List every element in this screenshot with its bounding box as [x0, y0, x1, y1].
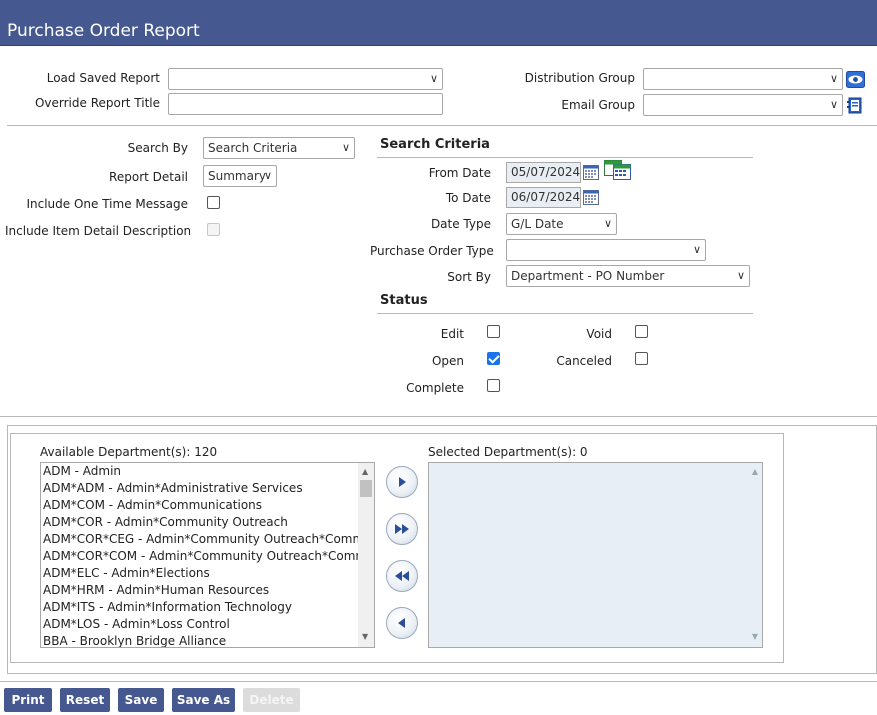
available-departments-list[interactable]: ADM - Admin ADM*ADM - Admin*Administrati… — [40, 462, 375, 648]
eye-icon[interactable] — [846, 71, 865, 88]
status-canceled-label: Canceled — [556, 354, 612, 368]
status-complete-label: Complete — [406, 381, 464, 395]
status-edit-checkbox[interactable] — [487, 325, 500, 338]
email-group-select[interactable]: ∨ — [643, 94, 843, 116]
calendar-icon[interactable] — [583, 164, 599, 180]
override-title-input[interactable] — [168, 93, 443, 115]
report-detail-value: Summary — [208, 169, 266, 183]
page-title: Purchase Order Report — [7, 21, 200, 41]
double-arrow-left-icon — [395, 571, 409, 581]
from-date-label: From Date — [428, 166, 491, 180]
distribution-group-label: Distribution Group — [524, 71, 635, 85]
to-date-label: To Date — [445, 191, 491, 205]
calendar-icon[interactable] — [583, 189, 599, 205]
chevron-down-icon: ∨ — [603, 217, 612, 230]
item-detail-description-checkbox[interactable] — [207, 223, 220, 236]
status-canceled-checkbox[interactable] — [635, 352, 648, 365]
list-item[interactable]: BBA - Brooklyn Bridge Alliance — [41, 633, 357, 647]
selected-departments-list[interactable]: ▲ ▼ — [428, 462, 763, 648]
list-item[interactable]: ADM*ITS - Admin*Information Technology — [41, 599, 357, 616]
move-right-button[interactable] — [386, 466, 418, 498]
search-criteria-divider — [377, 157, 753, 158]
one-time-message-label: Include One Time Message — [26, 197, 188, 211]
list-item[interactable]: ADM*HRM - Admin*Human Resources — [41, 582, 357, 599]
search-criteria-title: Search Criteria — [380, 137, 490, 152]
status-divider — [377, 313, 753, 314]
chevron-down-icon: ∨ — [736, 269, 745, 282]
load-saved-report-select[interactable]: ∨ — [168, 68, 443, 90]
chevron-down-icon: ∨ — [341, 141, 350, 154]
available-departments-label: Available Department(s): 120 — [40, 445, 218, 459]
list-item[interactable]: ADM*COR*CEG - Admin*Community Outreach*C… — [41, 531, 374, 548]
status-edit-label: Edit — [440, 327, 464, 341]
move-all-right-button[interactable] — [386, 513, 418, 545]
delete-button[interactable]: Delete — [243, 688, 300, 712]
date-range-icon[interactable] — [604, 160, 632, 180]
email-group-label: Email Group — [561, 98, 635, 112]
address-book-icon[interactable] — [846, 97, 863, 115]
one-time-message-checkbox[interactable] — [207, 196, 220, 209]
load-saved-report-label: Load Saved Report — [46, 71, 160, 85]
to-date-input[interactable]: 06/07/2024 — [506, 187, 581, 208]
chevron-down-icon: ∨ — [692, 243, 701, 256]
report-detail-label: Report Detail — [109, 170, 188, 184]
override-title-label: Override Report Title — [34, 96, 160, 110]
date-type-value: G/L Date — [511, 217, 564, 231]
scroll-down-icon[interactable]: ▼ — [752, 632, 758, 641]
po-type-select[interactable]: ∨ — [506, 239, 706, 261]
save-as-button[interactable]: Save As — [172, 688, 235, 712]
search-by-label: Search By — [127, 141, 188, 155]
status-open-label: Open — [431, 354, 464, 368]
po-type-label: Purchase Order Type — [370, 244, 494, 258]
sort-by-select[interactable]: Department - PO Number ∨ — [506, 265, 750, 287]
print-button[interactable]: Print — [4, 688, 52, 712]
sort-by-label: Sort By — [447, 270, 491, 284]
report-detail-select[interactable]: Summary ∨ — [203, 165, 277, 187]
list-item[interactable]: ADM - Admin — [41, 463, 357, 480]
scrollbar-thumb[interactable] — [360, 480, 372, 497]
search-by-value: Search Criteria — [208, 141, 298, 155]
arrow-right-icon — [399, 477, 406, 487]
item-detail-description-label: Include Item Detail Description — [5, 224, 192, 238]
available-departments-items: ADM - Admin ADM*ADM - Admin*Administrati… — [41, 463, 374, 647]
status-void-label: Void — [586, 327, 612, 341]
list-item[interactable]: ADM*LOS - Admin*Loss Control — [41, 616, 357, 633]
double-arrow-right-icon — [395, 524, 409, 534]
move-all-left-button[interactable] — [386, 560, 418, 592]
scroll-down-icon[interactable]: ▼ — [362, 632, 368, 641]
arrow-left-icon — [398, 618, 405, 628]
list-item[interactable]: ADM*COM - Admin*Communications — [41, 497, 357, 514]
chevron-down-icon: ∨ — [263, 169, 272, 182]
list-item[interactable]: ADM*COR - Admin*Community Outreach — [41, 514, 357, 531]
status-open-checkbox[interactable] — [487, 352, 500, 365]
divider — [0, 416, 877, 417]
sort-by-value: Department - PO Number — [511, 269, 665, 283]
divider — [0, 681, 877, 682]
list-item[interactable]: ADM*ADM - Admin*Administrative Services — [41, 480, 357, 497]
status-complete-checkbox[interactable] — [487, 379, 500, 392]
chevron-down-icon: ∨ — [829, 98, 838, 111]
search-by-select[interactable]: Search Criteria ∨ — [203, 137, 355, 159]
distribution-group-select[interactable]: ∨ — [643, 68, 843, 90]
save-button[interactable]: Save — [118, 688, 164, 712]
list-item[interactable]: ADM*ELC - Admin*Elections — [41, 565, 357, 582]
divider — [7, 125, 877, 126]
from-date-input[interactable]: 05/07/2024 — [506, 162, 581, 183]
chevron-down-icon: ∨ — [829, 72, 838, 85]
scroll-up-icon[interactable]: ▲ — [752, 467, 758, 476]
status-void-checkbox[interactable] — [635, 325, 648, 338]
scrollbar[interactable]: ▲ ▼ — [358, 463, 374, 647]
move-left-button[interactable] — [386, 607, 418, 639]
status-title: Status — [380, 293, 428, 308]
date-type-select[interactable]: G/L Date ∨ — [506, 213, 617, 235]
list-item[interactable]: ADM*COR*COM - Admin*Community Outreach*C… — [41, 548, 374, 565]
scroll-up-icon[interactable]: ▲ — [362, 467, 368, 476]
selected-departments-label: Selected Department(s): 0 — [428, 445, 588, 459]
chevron-down-icon: ∨ — [429, 72, 438, 85]
reset-button[interactable]: Reset — [60, 688, 110, 712]
date-type-label: Date Type — [430, 217, 491, 231]
